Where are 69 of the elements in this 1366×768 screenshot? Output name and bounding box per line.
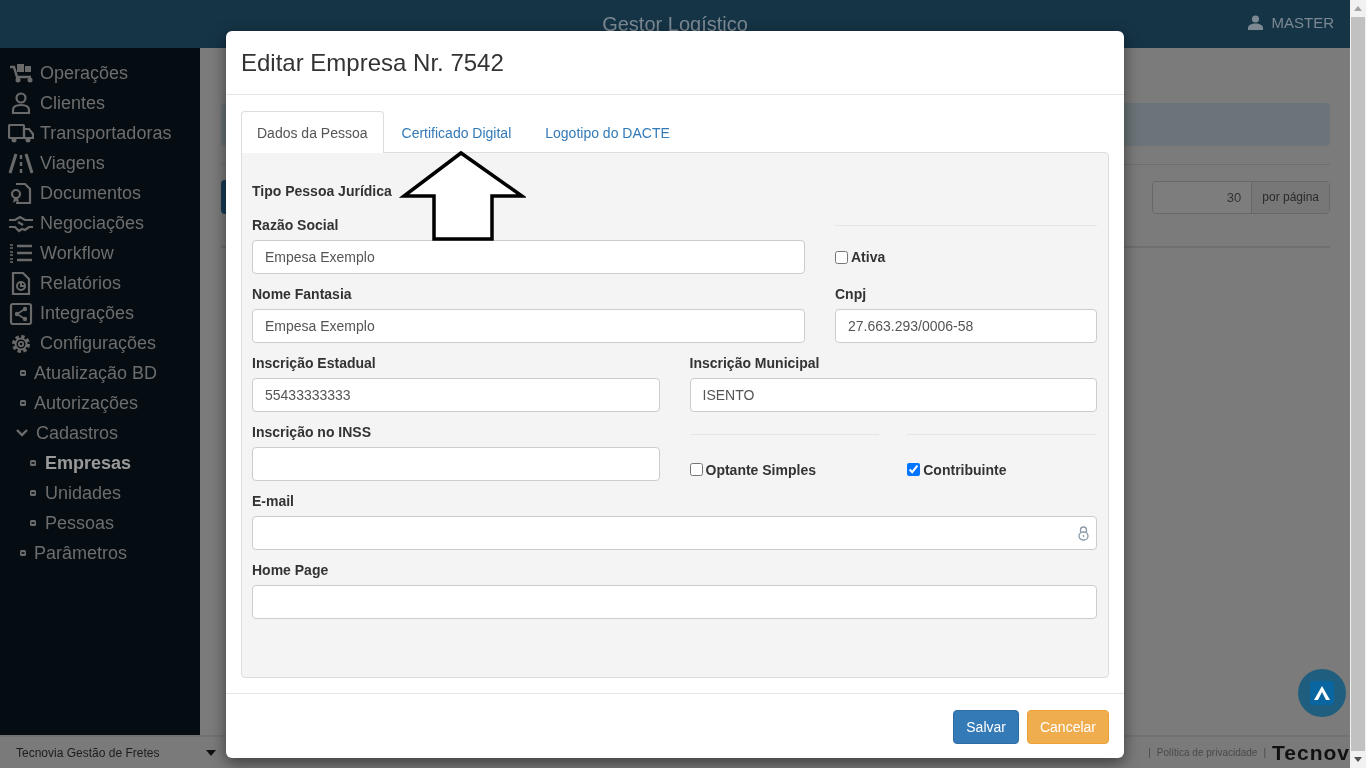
checkbox[interactable] xyxy=(907,463,921,476)
checkbox-label: Contribuinte xyxy=(923,461,1007,478)
input-field[interactable]: 55433333333 xyxy=(252,378,660,412)
sidebar-item[interactable]: Atualização BD xyxy=(0,358,200,388)
sidebar-item[interactable]: Parâmetros xyxy=(0,538,200,568)
field-label: Nome Fantasia xyxy=(252,286,353,304)
chevron-up-icon xyxy=(1310,681,1334,705)
dolly-icon xyxy=(8,61,34,85)
sidebar-item[interactable]: Viagens xyxy=(0,148,200,178)
dialog-title: Editar Empresa Nr. 7542 xyxy=(241,49,505,77)
input-field[interactable]: Empesa Exemplo xyxy=(252,309,805,343)
company-select[interactable]: Tecnovia Gestão de Fretes xyxy=(0,745,216,760)
checkbox-label: Ativa xyxy=(851,249,886,265)
input-field[interactable]: ISENTO xyxy=(689,378,1097,412)
separator: | xyxy=(1148,747,1151,758)
user-icon xyxy=(1248,15,1264,30)
share-icon xyxy=(8,301,34,325)
input-field[interactable] xyxy=(252,516,1097,550)
checkbox-label: Optante Simples xyxy=(705,461,816,478)
checkbox[interactable] xyxy=(835,250,848,264)
user-name[interactable]: MASTER xyxy=(1271,14,1334,31)
tab[interactable]: Logotipo do DACTE xyxy=(529,111,686,153)
field-label: Razão Social xyxy=(252,217,340,235)
sidebar-item[interactable]: Pessoas xyxy=(0,508,200,538)
bullet-icon xyxy=(30,460,36,466)
sidebar-item[interactable]: Workflow xyxy=(0,238,200,268)
field-label: Inscrição no INSS xyxy=(252,424,373,442)
lock-icon xyxy=(1078,525,1089,541)
sidebar-item[interactable]: Unidades xyxy=(0,478,200,508)
field-label: E-mail xyxy=(252,493,295,511)
sidebar-item[interactable]: Cadastros xyxy=(0,418,200,448)
field-label: Cnpj xyxy=(835,286,868,304)
sidebar-item[interactable]: Empresas xyxy=(0,448,200,478)
checkbox[interactable] xyxy=(689,463,703,476)
cancel-button[interactable]: Cancelar xyxy=(1026,710,1109,744)
sidebar-item[interactable]: Documentos xyxy=(0,178,200,208)
document-icon xyxy=(8,181,34,205)
scrollbar-thumb[interactable] xyxy=(1351,17,1365,751)
sidebar-item[interactable]: Clientes xyxy=(0,88,200,118)
sidebar-item[interactable]: Operações xyxy=(0,58,200,88)
app-title: Gestor Logístico xyxy=(602,12,748,36)
bullet-icon xyxy=(30,520,36,526)
bullet-icon xyxy=(20,550,26,556)
bullet-icon xyxy=(30,490,36,496)
sidebar-item[interactable]: Autorizações xyxy=(0,388,200,418)
field-label: Inscrição Estadual xyxy=(252,355,377,373)
save-button[interactable]: Salvar xyxy=(953,710,1019,744)
input-field[interactable] xyxy=(252,585,1097,619)
sidebar-item[interactable]: Negociações xyxy=(0,208,200,238)
sidebar-item[interactable]: Configurações xyxy=(0,328,200,358)
field-label: Inscrição Municipal xyxy=(689,355,821,373)
field-label: Home Page xyxy=(252,562,330,580)
list-icon xyxy=(8,241,34,265)
sidebar-item[interactable]: Integrações xyxy=(0,298,200,328)
road-icon xyxy=(8,151,34,175)
bullet-icon xyxy=(20,370,26,376)
logo: Tecnov xyxy=(1272,740,1350,765)
tab[interactable]: Certificado Digital xyxy=(385,111,528,153)
caret-icon xyxy=(206,749,216,756)
section-heading: Tipo Pessoa Jurídica xyxy=(252,183,393,201)
input-field[interactable]: 27.663.293/0006-58 xyxy=(835,309,1097,343)
truck-icon xyxy=(8,121,34,145)
input-field[interactable] xyxy=(252,447,660,481)
input-field[interactable]: Empesa Exemplo xyxy=(252,240,805,274)
bullet-icon xyxy=(20,400,26,406)
sidebar-item[interactable]: Relatórios xyxy=(0,268,200,298)
separator: | xyxy=(1263,747,1267,758)
tab[interactable]: Dados da Pessoa xyxy=(241,111,384,153)
sidebar-item[interactable]: Transportadoras xyxy=(0,118,200,148)
